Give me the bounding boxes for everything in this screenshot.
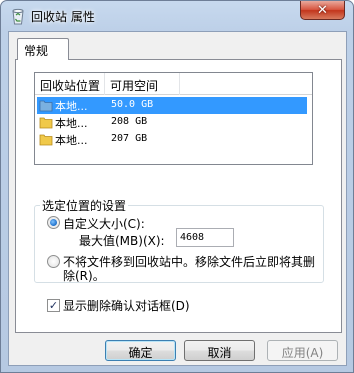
recycle-bin-icon bbox=[12, 8, 24, 25]
cancel-button[interactable]: 取消 bbox=[184, 340, 255, 361]
list-item[interactable]: 本地... 50.0 GB bbox=[37, 97, 307, 114]
no-recycle-radio[interactable] bbox=[47, 255, 60, 268]
location-name: 本地... bbox=[55, 100, 88, 113]
dialog-client-area: 常规 回收站位置 可用空间 本地... 50.0 GB 本地... 208 GB… bbox=[8, 31, 347, 366]
custom-size-label: 自定义大小(C): bbox=[63, 217, 145, 231]
free-space-value: 207 GB bbox=[111, 133, 148, 144]
confirm-delete-checkbox[interactable]: ✓ bbox=[47, 299, 60, 312]
folder-icon bbox=[39, 134, 53, 146]
tab-general[interactable]: 常规 bbox=[17, 38, 69, 60]
folder-icon bbox=[39, 100, 53, 112]
recycle-bin-location-list[interactable]: 回收站位置 可用空间 本地... 50.0 GB 本地... 208 GB 本地… bbox=[34, 72, 313, 165]
column-header-free-space[interactable]: 可用空间 bbox=[105, 73, 180, 95]
list-item[interactable]: 本地... 208 GB bbox=[37, 114, 307, 131]
close-button[interactable]: ✕ bbox=[300, 1, 345, 20]
properties-window: 回收站 属性 ✕ 常规 回收站位置 可用空间 本地... 50.0 GB 本地.… bbox=[0, 0, 354, 373]
group-title: 选定位置的设置 bbox=[40, 197, 129, 214]
location-name: 本地... bbox=[55, 134, 88, 147]
ok-button[interactable]: 确定 bbox=[105, 340, 176, 361]
max-value-label: 最大值(MB)(X): bbox=[79, 234, 165, 248]
max-size-input[interactable]: 4608 bbox=[176, 228, 234, 247]
folder-icon bbox=[39, 117, 53, 129]
list-header: 回收站位置 可用空间 bbox=[35, 73, 312, 95]
custom-size-radio[interactable] bbox=[47, 216, 60, 229]
apply-button[interactable]: 应用(A) bbox=[267, 340, 338, 361]
window-title: 回收站 属性 bbox=[31, 10, 95, 24]
general-tab-panel: 回收站位置 可用空间 本地... 50.0 GB 本地... 208 GB 本地… bbox=[15, 59, 342, 333]
tab-label: 常规 bbox=[24, 44, 49, 58]
free-space-value: 50.0 GB bbox=[111, 99, 154, 110]
title-bar[interactable]: 回收站 属性 ✕ bbox=[1, 1, 353, 31]
list-item[interactable]: 本地... 207 GB bbox=[37, 131, 307, 148]
column-header-location[interactable]: 回收站位置 bbox=[35, 73, 105, 95]
confirm-delete-label: 显示删除确认对话框(D) bbox=[63, 299, 190, 313]
close-icon: ✕ bbox=[317, 2, 328, 18]
location-name: 本地... bbox=[55, 117, 88, 130]
no-recycle-label-line2: 除(R)。 bbox=[63, 269, 105, 283]
free-space-value: 208 GB bbox=[111, 116, 148, 127]
